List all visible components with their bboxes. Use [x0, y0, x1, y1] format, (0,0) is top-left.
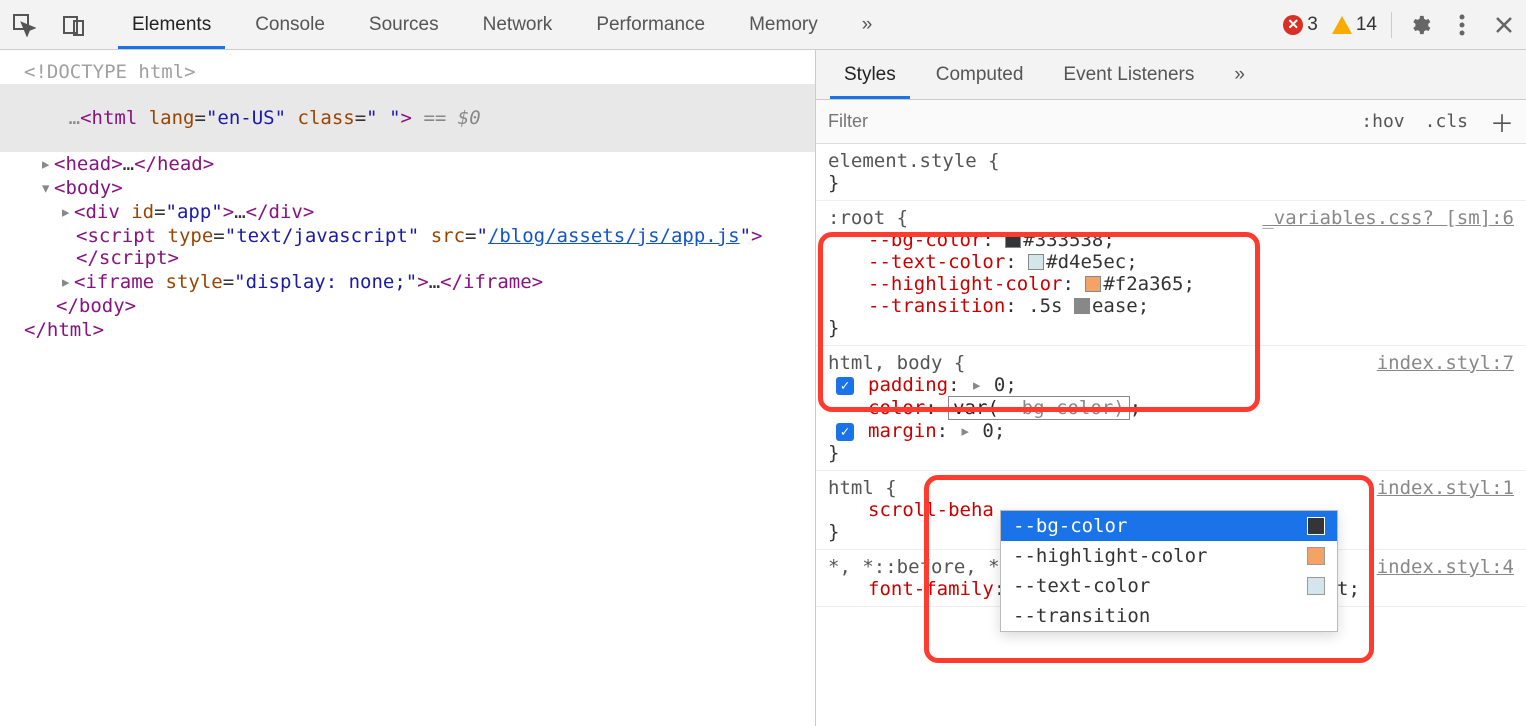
error-number: 3 — [1307, 14, 1318, 36]
filter-bar: :hov .cls ＋ — [816, 100, 1526, 144]
hov-toggle[interactable]: :hov — [1351, 111, 1414, 132]
error-icon: ✕ — [1283, 15, 1303, 35]
main-tabs: Elements Console Sources Network Perform… — [110, 2, 894, 48]
autocomplete-item[interactable]: --bg-color — [1001, 511, 1337, 541]
device-toolbar-icon[interactable] — [58, 9, 90, 41]
dom-div-app[interactable]: ▸<div id="app">…</div> — [0, 200, 815, 224]
dom-script[interactable]: <script type="text/javascript" src="/blo… — [0, 224, 815, 270]
prop-checkbox[interactable] — [836, 423, 854, 441]
tab-performance[interactable]: Performance — [574, 2, 727, 48]
tab-styles[interactable]: Styles — [824, 52, 916, 98]
sidebar-tabs: Styles Computed Event Listeners » — [816, 50, 1526, 100]
source-link-index-7[interactable]: index.styl:7 — [1377, 352, 1514, 374]
tab-computed[interactable]: Computed — [916, 52, 1044, 98]
autocomplete-item[interactable]: --text-color — [1001, 571, 1337, 601]
rule-element-style[interactable]: element.style { } — [816, 144, 1526, 201]
autocomplete-item[interactable]: --highlight-color — [1001, 541, 1337, 571]
autocomplete-popup: --bg-color --highlight-color --text-colo… — [1000, 510, 1338, 632]
rule-root[interactable]: _variables.css? [sm]:6 :root { --bg-colo… — [816, 201, 1526, 346]
source-link-index-1[interactable]: index.styl:1 — [1377, 477, 1514, 499]
dom-body-open[interactable]: ▾<body> — [0, 176, 815, 200]
inspect-element-icon[interactable] — [8, 9, 40, 41]
prop-checkbox[interactable] — [836, 377, 854, 395]
warning-count[interactable]: 14 — [1332, 14, 1377, 36]
close-devtools-icon[interactable] — [1490, 11, 1518, 39]
dom-doctype[interactable]: <!DOCTYPE html> — [0, 60, 815, 84]
devtools-toolbar: Elements Console Sources Network Perform… — [0, 0, 1526, 50]
prop-margin[interactable]: margin: ▸ 0; — [828, 420, 1514, 442]
tab-overflow-icon[interactable]: » — [840, 2, 895, 48]
styles-filter-input[interactable] — [816, 111, 1351, 132]
styles-rules-list[interactable]: element.style { } _variables.css? [sm]:6… — [816, 144, 1526, 726]
dom-tree-panel[interactable]: <!DOCTYPE html> …<html lang="en-US" clas… — [0, 50, 815, 726]
dom-body-close[interactable]: </body> — [0, 294, 815, 318]
tab-network[interactable]: Network — [461, 2, 575, 48]
source-link-index-4[interactable]: index.styl:4 — [1377, 556, 1514, 578]
tab-event-listeners[interactable]: Event Listeners — [1043, 52, 1214, 98]
new-style-rule-icon[interactable]: ＋ — [1478, 104, 1526, 139]
prop-padding[interactable]: padding: ▸ 0; — [828, 374, 1514, 396]
color-value-input[interactable]: var(var(--bg-color)--bg-color) — [948, 396, 1130, 420]
warning-icon — [1332, 16, 1352, 34]
cls-toggle[interactable]: .cls — [1415, 111, 1478, 132]
error-count[interactable]: ✕ 3 — [1283, 14, 1318, 36]
dom-html-close[interactable]: </html> — [0, 318, 815, 342]
warning-number: 14 — [1356, 14, 1377, 36]
sidebar-tab-overflow-icon[interactable]: » — [1214, 52, 1265, 98]
tab-elements[interactable]: Elements — [110, 2, 233, 48]
source-link-variables[interactable]: _variables.css? [sm]:6 — [1262, 207, 1514, 229]
autocomplete-item[interactable]: --transition — [1001, 601, 1337, 631]
dom-head[interactable]: ▸<head>…</head> — [0, 152, 815, 176]
rule-html-body[interactable]: index.styl:7 html, body { padding: ▸ 0; … — [816, 346, 1526, 471]
tab-console[interactable]: Console — [233, 2, 347, 48]
more-menu-icon[interactable] — [1448, 11, 1476, 39]
prop-color-editing[interactable]: color: var(var(--bg-color)--bg-color); — [828, 396, 1514, 420]
dom-iframe[interactable]: ▸<iframe style="display: none;">…</ifram… — [0, 270, 815, 294]
settings-gear-icon[interactable] — [1406, 11, 1434, 39]
tab-memory[interactable]: Memory — [727, 2, 840, 48]
dom-html-element[interactable]: …<html lang="en-US" class=" "> == $0 — [0, 84, 815, 152]
tab-sources[interactable]: Sources — [347, 2, 461, 48]
